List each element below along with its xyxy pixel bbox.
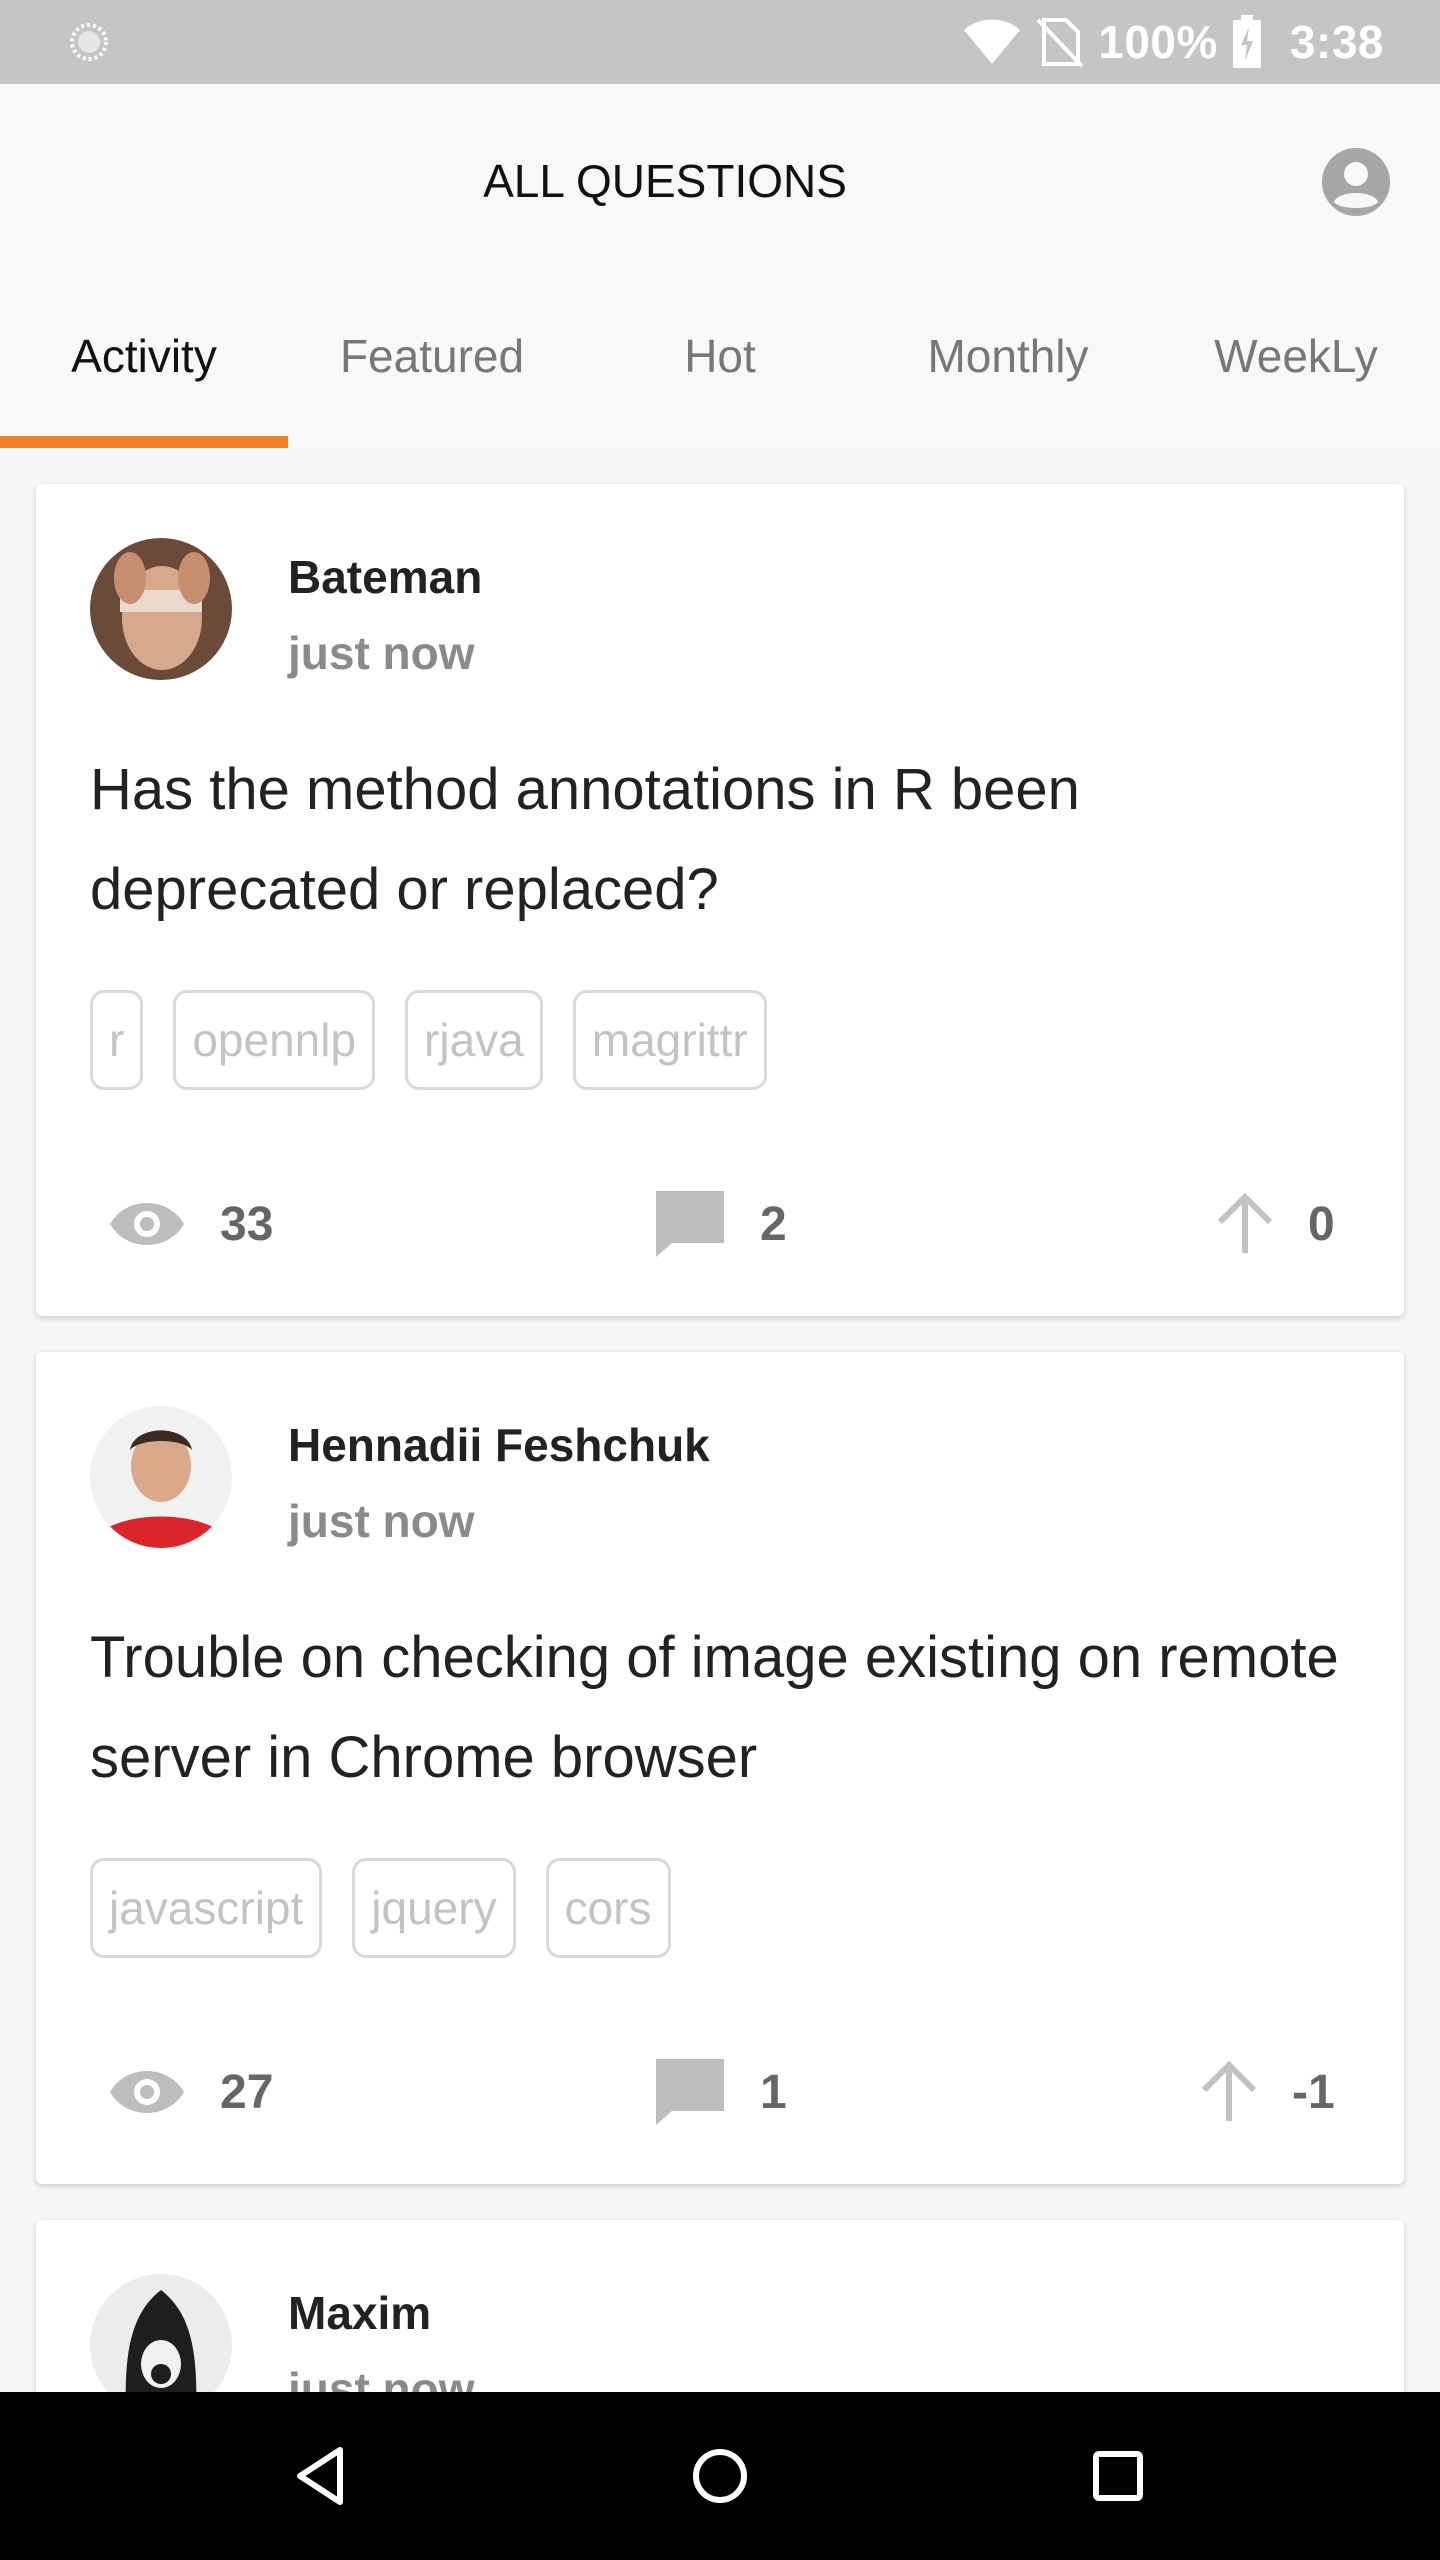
tag[interactable]: magrittr bbox=[572, 990, 767, 1090]
tab-weekly[interactable]: WeekLy bbox=[1152, 264, 1440, 448]
app-bar: ALL QUESTIONS bbox=[0, 84, 1440, 264]
answer-count-value: 2 bbox=[760, 1197, 787, 1251]
vote-count-value: -1 bbox=[1292, 2065, 1335, 2119]
wifi-icon bbox=[964, 19, 1021, 64]
clock: 3:38 bbox=[1289, 16, 1384, 68]
answer-count: 2 bbox=[654, 1184, 787, 1264]
post-time: just now bbox=[288, 1495, 475, 1547]
tag[interactable]: cors bbox=[545, 1858, 671, 1958]
question-title[interactable]: Has the method annotations in R been dep… bbox=[90, 740, 1340, 940]
tag[interactable]: opennlp bbox=[173, 990, 376, 1090]
vote-count-value: 0 bbox=[1308, 1197, 1335, 1251]
tab-hot[interactable]: Hot bbox=[576, 264, 864, 448]
view-count: 33 bbox=[108, 1184, 273, 1264]
battery-percent: 100% bbox=[1098, 16, 1218, 68]
vote-count[interactable]: 0 bbox=[1216, 1184, 1335, 1264]
active-tab-indicator bbox=[0, 436, 288, 448]
avatar[interactable] bbox=[90, 538, 232, 680]
avatar[interactable] bbox=[90, 1406, 232, 1548]
view-count: 27 bbox=[108, 2052, 273, 2132]
tab-featured[interactable]: Featured bbox=[288, 264, 576, 448]
arrow-up-icon[interactable] bbox=[1216, 1193, 1274, 1255]
recents-icon[interactable] bbox=[1078, 2436, 1158, 2516]
account-icon[interactable] bbox=[1320, 146, 1392, 218]
tab-monthly[interactable]: Monthly bbox=[864, 264, 1152, 448]
author-name[interactable]: Maxim bbox=[288, 2286, 431, 2340]
no-sim-icon bbox=[1036, 18, 1084, 68]
view-count-value: 27 bbox=[220, 2065, 274, 2119]
answer-count-value: 1 bbox=[760, 2065, 787, 2119]
comment-icon bbox=[656, 2059, 724, 2125]
home-icon[interactable] bbox=[680, 2436, 760, 2516]
tag-list: r opennlp rjava magrittr bbox=[90, 990, 767, 1090]
answer-count: 1 bbox=[654, 2052, 787, 2132]
status-bar: 100% 3:38 bbox=[0, 0, 1440, 84]
eye-icon bbox=[110, 1203, 184, 1245]
view-count-value: 33 bbox=[220, 1197, 274, 1251]
tag[interactable]: r bbox=[90, 990, 144, 1090]
tab-bar: Activity Featured Hot Monthly WeekLy bbox=[0, 264, 1440, 448]
back-icon[interactable] bbox=[282, 2436, 362, 2516]
author-name[interactable]: Hennadii Feshchuk bbox=[288, 1418, 710, 1472]
tag-list: javascript jquery cors bbox=[90, 1858, 671, 1958]
battery-charging-icon bbox=[1232, 15, 1261, 68]
system-nav-bar bbox=[0, 2392, 1440, 2560]
page-title: ALL QUESTIONS bbox=[483, 155, 847, 207]
question-card[interactable]: Hennadii Feshchuk just now Trouble on ch… bbox=[36, 1352, 1404, 2184]
vote-count[interactable]: -1 bbox=[1200, 2052, 1335, 2132]
arrow-up-icon[interactable] bbox=[1200, 2061, 1258, 2123]
question-card[interactable]: Bateman just now Has the method annotati… bbox=[36, 484, 1404, 1316]
comment-icon bbox=[656, 1191, 724, 1257]
eye-icon bbox=[110, 2071, 184, 2113]
tag[interactable]: javascript bbox=[90, 1858, 323, 1958]
tab-activity[interactable]: Activity bbox=[0, 264, 288, 448]
tag[interactable]: rjava bbox=[405, 990, 543, 1090]
author-name[interactable]: Bateman bbox=[288, 550, 482, 604]
tag[interactable]: jquery bbox=[352, 1858, 516, 1958]
sync-icon bbox=[70, 23, 108, 61]
question-title[interactable]: Trouble on checking of image existing on… bbox=[90, 1608, 1340, 1808]
post-time: just now bbox=[288, 627, 475, 679]
